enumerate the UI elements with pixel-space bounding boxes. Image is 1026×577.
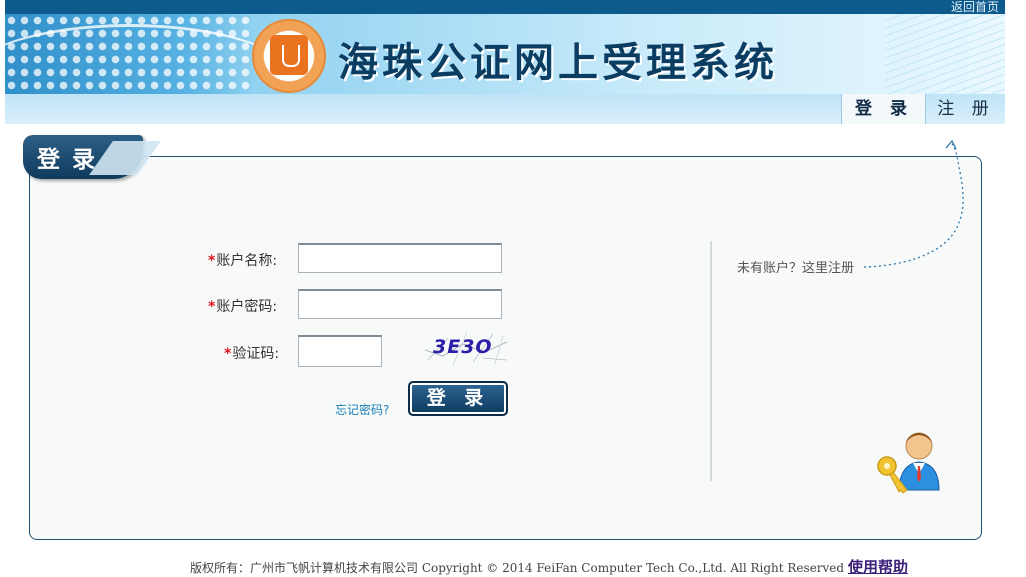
password-label-row: *账户密码:	[208, 296, 277, 316]
panel-title: 登 录	[37, 147, 98, 173]
header-banner: 海珠公证网上受理系统	[5, 14, 1005, 94]
emblem-shield	[270, 35, 308, 75]
register-hint-link[interactable]: 未有账户？这里注册	[737, 257, 854, 276]
banner-wave-pattern	[885, 14, 1005, 94]
scales-icon	[282, 45, 300, 67]
site-title: 海珠公证网上受理系统	[338, 39, 778, 86]
login-panel-tab: 登 录	[23, 135, 161, 183]
captcha-label-row: *验证码:	[224, 343, 279, 363]
help-link[interactable]: 使用帮助	[848, 558, 908, 576]
dotted-arrow-icon	[863, 139, 964, 268]
page: 返回首页 海珠公证网上受理系统 登 录 注 册 登 录 *账户名称: *账户密码…	[5, 0, 1005, 577]
account-label-row: *账户名称:	[208, 250, 277, 270]
account-label: 账户名称:	[216, 253, 278, 269]
account-input[interactable]	[298, 243, 502, 273]
nav-register-tab[interactable]: 注 册	[925, 94, 1006, 124]
password-input[interactable]	[298, 289, 502, 319]
home-link[interactable]: 返回首页	[951, 0, 999, 14]
panel-divider	[710, 241, 712, 481]
captcha-image[interactable]: 3E3O	[423, 330, 509, 368]
login-button[interactable]: 登 录	[408, 381, 508, 416]
nav-bar: 登 录 注 册	[5, 94, 1005, 124]
password-label: 账户密码:	[216, 299, 278, 315]
required-mark: *	[224, 346, 232, 362]
nav-login-tab[interactable]: 登 录	[841, 94, 926, 124]
footer: 版权所有：广州市飞帆计算机技术有限公司 Copyright © 2014 Fei…	[190, 556, 908, 577]
captcha-text: 3E3O	[433, 336, 493, 358]
footer-copyright: 版权所有：广州市飞帆计算机技术有限公司 Copyright © 2014 Fei…	[190, 561, 845, 575]
captcha-label: 验证码:	[232, 346, 280, 362]
forgot-password-link[interactable]: 忘记密码?	[335, 401, 389, 418]
notary-emblem-icon	[252, 19, 326, 93]
required-mark: *	[208, 299, 216, 315]
top-bar: 返回首页	[5, 0, 1005, 14]
required-mark: *	[208, 253, 216, 269]
user-key-icon	[877, 432, 940, 494]
captcha-input[interactable]	[298, 335, 382, 367]
